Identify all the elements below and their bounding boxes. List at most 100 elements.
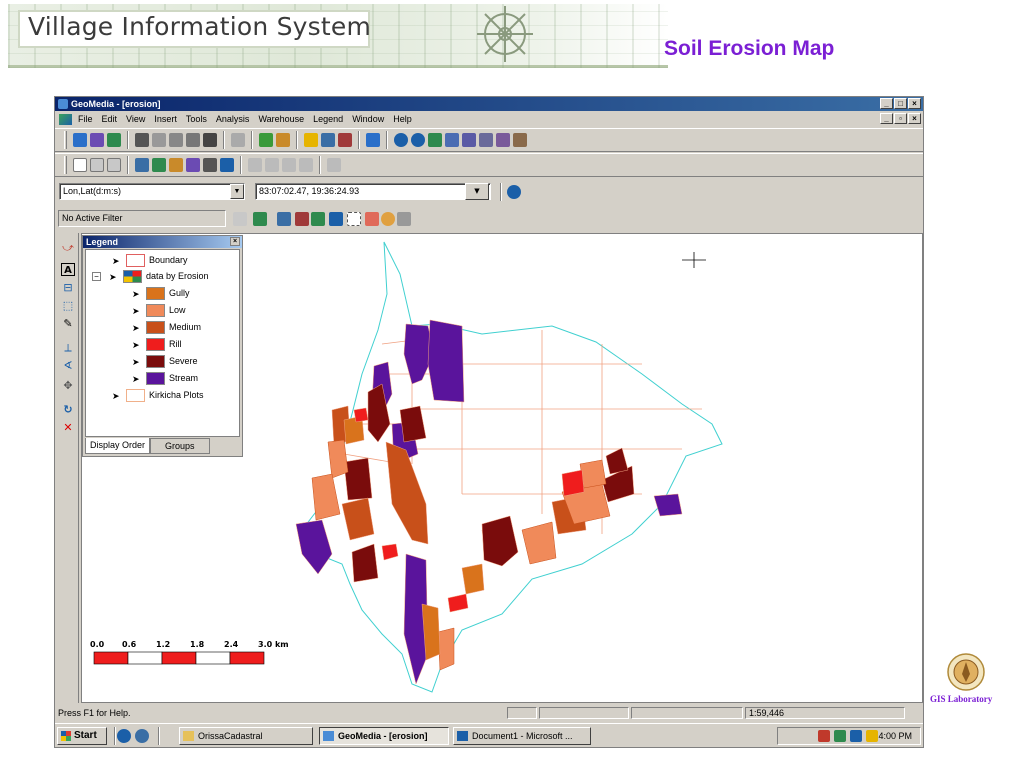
outlook-icon[interactable] (135, 729, 149, 743)
legend-item-medium[interactable]: ➤ Medium (132, 320, 201, 335)
legend-item-erosion-group[interactable]: − ➤ data by Erosion (92, 269, 209, 284)
tray-network-icon[interactable] (818, 730, 830, 742)
label-icon[interactable] (169, 158, 183, 172)
legend-item-stream[interactable]: ➤ Stream (132, 371, 198, 386)
menu-legend[interactable]: Legend (313, 114, 343, 124)
join-icon[interactable] (311, 212, 325, 226)
delete-tool-icon[interactable]: ✕ (61, 421, 75, 434)
menu-warehouse[interactable]: Warehouse (258, 114, 304, 124)
legend-window[interactable]: Legend × ➤ Boundary − ➤ data by Erosion … (82, 235, 243, 457)
edit-feature-icon[interactable] (152, 158, 166, 172)
doc-minimize-button[interactable]: _ (880, 113, 893, 124)
image-icon[interactable] (203, 158, 217, 172)
menu-analysis[interactable]: Analysis (216, 114, 250, 124)
taskbar-clock[interactable]: 4:00 PM (878, 728, 912, 744)
menu-window[interactable]: Window (352, 114, 384, 124)
print-icon[interactable] (135, 133, 149, 147)
menu-view[interactable]: View (126, 114, 145, 124)
zoom-out-icon[interactable] (411, 133, 425, 147)
coordinate-input[interactable]: 83:07:02.47, 19:36:24.93 (255, 183, 491, 200)
menu-tools[interactable]: Tools (186, 114, 207, 124)
select-set-icon[interactable] (90, 158, 104, 172)
query-filter-icon[interactable] (233, 212, 247, 226)
legend-item-rill[interactable]: ➤ Rill (132, 337, 182, 352)
active-filter-field[interactable]: No Active Filter (58, 210, 226, 227)
undo-icon[interactable] (231, 133, 245, 147)
column-icon[interactable] (282, 158, 296, 172)
camera-icon[interactable] (203, 133, 217, 147)
new-icon[interactable] (73, 133, 87, 147)
fit-all-icon[interactable] (428, 133, 442, 147)
attribute-query-icon[interactable] (253, 212, 267, 226)
text-icon[interactable] (186, 158, 200, 172)
chevron-down-icon[interactable]: ▼ (230, 184, 244, 199)
globe-icon[interactable] (507, 185, 521, 199)
menu-file[interactable]: File (78, 114, 93, 124)
layout-icon[interactable] (220, 158, 234, 172)
measure-icon[interactable] (397, 212, 411, 226)
coordinate-dropdown-button[interactable]: ▼ (465, 183, 489, 200)
paste-icon[interactable] (186, 133, 200, 147)
tray-sync-icon[interactable] (850, 730, 862, 742)
window-titlebar[interactable]: GeoMedia - [erosion] _ □ × (55, 97, 923, 111)
select-set-2-icon[interactable] (107, 158, 121, 172)
polygon-icon[interactable] (365, 212, 379, 226)
task-document1[interactable]: Document1 - Microsoft ... (453, 727, 591, 745)
select-arrow-icon[interactable] (73, 158, 87, 172)
ie-icon[interactable] (117, 729, 131, 743)
toolbar-grip[interactable] (64, 131, 67, 149)
maximize-button[interactable]: □ (894, 98, 907, 109)
legend-item-kirkicha-plots[interactable]: ➤ Kirkicha Plots (112, 388, 204, 403)
thematic-icon[interactable] (329, 212, 343, 226)
minimize-button[interactable]: _ (880, 98, 893, 109)
tab-display-order[interactable]: Display Order (85, 438, 151, 454)
split-tool-icon[interactable]: ⟂ (61, 341, 75, 354)
text-tool-icon[interactable]: A (61, 263, 75, 276)
close-icon[interactable]: × (230, 237, 240, 246)
spatial-query-icon[interactable] (277, 212, 291, 226)
analysis-icon[interactable] (276, 133, 290, 147)
circle-icon[interactable] (381, 212, 395, 226)
doc-restore-button[interactable]: ▫ (894, 113, 907, 124)
document-icon[interactable] (59, 113, 72, 125)
line-tool-icon[interactable]: ⤻ (61, 241, 75, 254)
insert-feature-icon[interactable] (135, 158, 149, 172)
menu-insert[interactable]: Insert (154, 114, 177, 124)
legend-item-gully[interactable]: ➤ Gully (132, 286, 190, 301)
feature-icon[interactable] (304, 133, 318, 147)
toolbar-grip[interactable] (64, 156, 67, 174)
task-orissacadastral[interactable]: OrissaCadastral (179, 727, 313, 745)
collapse-icon[interactable]: − (92, 272, 101, 281)
legend-item-low[interactable]: ➤ Low (132, 303, 186, 318)
task-geomedia[interactable]: GeoMedia - [erosion] (319, 727, 449, 745)
edit-geometry-icon[interactable]: ✎ (61, 317, 75, 330)
snap-tool-icon[interactable]: ⬚ (61, 299, 75, 312)
legend-item-boundary[interactable]: ➤ Boundary (112, 253, 188, 268)
rotate-tool-icon[interactable]: ↻ (61, 403, 75, 416)
select-tools-icon[interactable] (259, 133, 273, 147)
binoculars-icon[interactable] (338, 133, 352, 147)
start-button[interactable]: Start (57, 727, 107, 745)
refresh-icon[interactable] (479, 133, 493, 147)
legend-titlebar[interactable]: Legend × (83, 236, 242, 248)
zoom-in-icon[interactable] (394, 133, 408, 147)
buffer-icon[interactable] (295, 212, 309, 226)
query-icon[interactable] (321, 133, 335, 147)
open-icon[interactable] (90, 133, 104, 147)
zoom-window-icon[interactable] (445, 133, 459, 147)
tab-groups[interactable]: Groups (150, 438, 210, 454)
table-icon[interactable] (248, 158, 262, 172)
continue-tool-icon[interactable]: ∢ (61, 359, 75, 372)
move-tool-icon[interactable]: ✥ (61, 379, 75, 392)
menu-edit[interactable]: Edit (102, 114, 118, 124)
tray-antivirus-icon[interactable] (834, 730, 846, 742)
doc-close-button[interactable]: × (908, 113, 921, 124)
tray-security-icon[interactable] (866, 730, 878, 742)
close-button[interactable]: × (908, 98, 921, 109)
menu-help[interactable]: Help (393, 114, 412, 124)
fence-icon[interactable] (347, 212, 361, 226)
label-tool-icon[interactable]: ⊟ (61, 281, 75, 294)
copy-icon[interactable] (169, 133, 183, 147)
map-window-icon[interactable] (366, 133, 380, 147)
legend-item-severe[interactable]: ➤ Severe (132, 354, 198, 369)
